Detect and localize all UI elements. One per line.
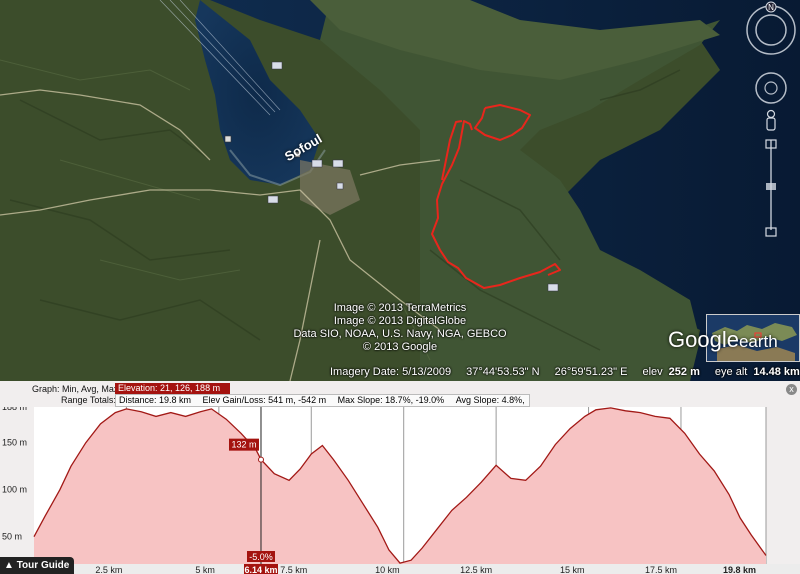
imagery-attribution: Image © 2013 TerraMetrics Image © 2013 D… <box>250 302 550 354</box>
x-tick-label: 12.5 km <box>460 565 492 574</box>
elev-label: elev <box>642 366 663 378</box>
navigation-controls[interactable]: N <box>742 0 800 250</box>
y-tick-label: 50 m <box>2 532 22 542</box>
range-totals-label: Range Totals: <box>61 395 116 405</box>
close-profile-button[interactable]: x <box>786 384 797 395</box>
google-earth-logo: Googleearth <box>668 327 778 353</box>
latitude: 37°44'53.53" N <box>466 366 540 378</box>
eye-alt-value: 14.48 km <box>753 366 800 378</box>
max-slope: Max Slope: 18.7%, -19.0% <box>337 395 445 405</box>
x-tick-label: 15 km <box>560 565 585 574</box>
elev-value: 252 m <box>668 366 700 378</box>
graph-label: Graph: Min, Avg, Max <box>32 384 119 394</box>
imagery-date: Imagery Date: 5/13/2009 <box>330 366 452 378</box>
longitude: 26°59'51.23" E <box>554 366 628 378</box>
elevation-summary[interactable]: Elevation: 21, 126, 188 m <box>115 383 230 394</box>
logo-sub-text: earth <box>738 332 778 351</box>
cursor-point <box>257 456 264 463</box>
y-tick-label: 188 m <box>2 407 27 412</box>
tour-guide-label: Tour Guide <box>16 560 70 571</box>
north-icon[interactable]: N <box>765 1 777 13</box>
elevation-profile-panel: Graph: Min, Avg, Max Elevation: 21, 126,… <box>0 381 800 574</box>
y-tick-label: 150 m <box>2 438 27 448</box>
logo-main-text: Google <box>668 327 739 352</box>
move-joystick[interactable] <box>755 72 787 104</box>
x-tick-label: 19.8 km <box>723 565 756 574</box>
attribution-line: © 2013 Google <box>362 341 438 353</box>
elev-gain-loss: Elev Gain/Loss: 541 m, -542 m <box>202 395 327 405</box>
cursor-distance-label: 6.14 km <box>244 565 277 574</box>
x-tick-label: 2.5 km <box>95 565 122 574</box>
range-totals: Distance: 19.8 km Elev Gain/Loss: 541 m,… <box>115 394 530 416</box>
street-view-pegman-icon[interactable] <box>766 109 776 131</box>
svg-text:N: N <box>768 3 774 12</box>
look-joystick[interactable] <box>746 5 796 55</box>
x-tick-label: 7.5 km <box>280 565 307 574</box>
x-tick-label: 10 km <box>375 565 400 574</box>
attribution-line: Data SIO, NOAA, U.S. Navy, NGA, GEBCO <box>293 328 507 340</box>
distance-total: Distance: 19.8 km <box>119 395 192 405</box>
attribution-line: Image © 2013 DigitalGlobe <box>333 315 467 327</box>
tour-guide-icon: ▲ <box>4 560 14 571</box>
attribution-line: Image © 2013 TerraMetrics <box>333 302 467 314</box>
x-tick-label: 5 km <box>195 565 215 574</box>
zoom-slider[interactable] <box>765 139 777 237</box>
status-bar: Imagery Date: 5/13/2009 37°44'53.53" N 2… <box>330 366 800 378</box>
y-tick-label: 100 m <box>2 485 27 495</box>
eye-alt-label: eye alt <box>714 366 748 378</box>
map-viewport[interactable]: Sofoul Image © 2013 TerraMetrics Image ©… <box>0 0 800 381</box>
elevation-chart[interactable]: 188 m150 m100 m50 m21 m2.5 km5 km7.5 km1… <box>0 407 800 574</box>
cursor-elevation-label: 132 m <box>231 440 256 450</box>
google-earth-window: Sofoul Image © 2013 TerraMetrics Image ©… <box>0 0 800 574</box>
cursor-slope-label: -5.0% <box>249 552 273 562</box>
tour-guide-button[interactable]: ▲ Tour Guide <box>0 557 74 574</box>
x-tick-label: 17.5 km <box>645 565 677 574</box>
